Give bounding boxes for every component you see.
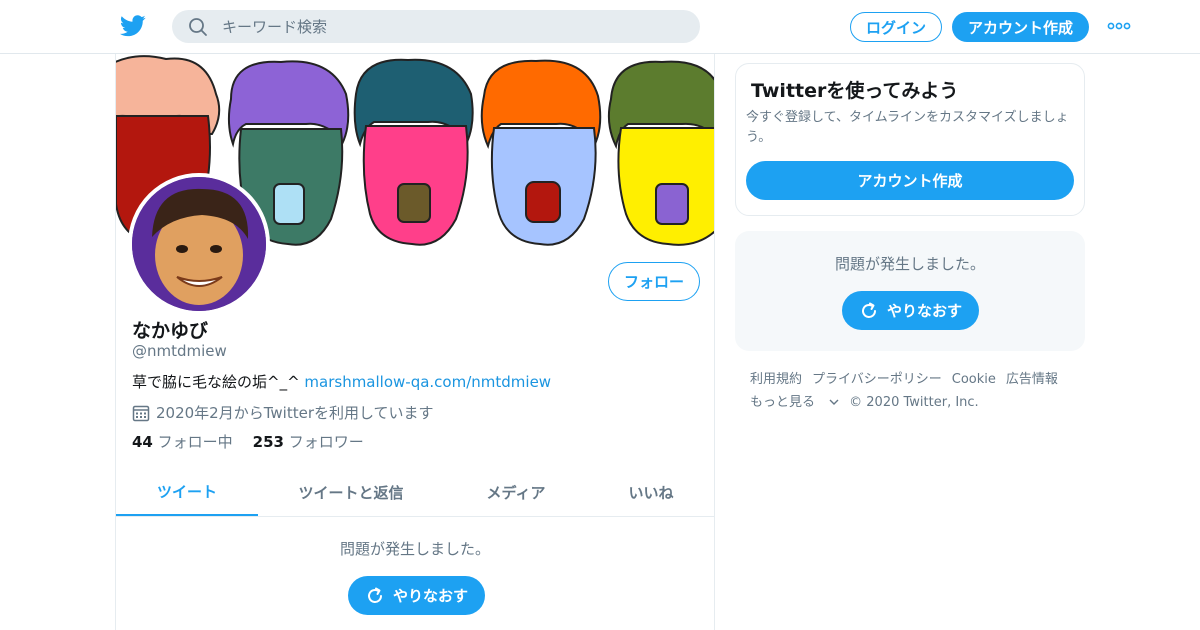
bio-link[interactable]: marshmallow-qa.com/nmtdmiew <box>304 373 551 391</box>
refresh-icon <box>368 587 382 603</box>
footer-privacy-link[interactable]: プライバシーポリシー <box>812 372 942 387</box>
followers-stat[interactable]: 253 フォロワー <box>253 433 364 451</box>
join-date-text: 2020年2月からTwitterを利用しています <box>156 404 434 422</box>
tab-tweets-and-replies[interactable]: ツイートと返信 <box>276 468 426 516</box>
bio-text: 草で脇に毛な絵の垢^_^ <box>132 373 305 391</box>
login-button[interactable]: ログイン <box>850 12 942 42</box>
search-input[interactable] <box>222 10 682 43</box>
sidebar-retry-button[interactable]: やりなおす <box>842 291 979 330</box>
signup-card: Twitterを使ってみよう 今すぐ登録して、タイムラインをカスタマイズしましょ… <box>735 63 1085 216</box>
profile-bio: 草で脇に毛な絵の垢^_^ marshmallow-qa.com/nmtdmiew <box>132 371 551 392</box>
profile-column: フォロー なかゆび @nmtdmiew 草で脇に毛な絵の垢^_^ marshma… <box>115 54 715 630</box>
profile-handle: @nmtdmiew <box>132 342 227 360</box>
avatar-image <box>132 177 266 311</box>
search-icon <box>189 18 207 36</box>
footer-cookie-link[interactable]: Cookie <box>952 372 996 387</box>
tab-tweets[interactable]: ツイート <box>116 468 258 516</box>
footer-more-label: もっと見る <box>750 395 816 410</box>
footer-links: 利用規約 プライバシーポリシー Cookie 広告情報 もっと見る © 2020 Tw… <box>750 368 1080 414</box>
footer-copyright: © 2020 Twitter, Inc. <box>849 395 979 410</box>
retry-label: やりなおす <box>392 587 468 605</box>
following-count: 44 <box>132 433 153 451</box>
sidebar-error-text: 問題が発生しました。 <box>834 255 985 273</box>
signup-card-text: 今すぐ登録して、タイムラインをカスタマイズしましょう。 <box>746 110 1069 145</box>
signup-card-title: Twitterを使ってみよう <box>751 80 959 102</box>
more-dots-icon[interactable] <box>1107 20 1131 32</box>
timeline-error-text: 問題が発生しました。 <box>339 540 490 558</box>
follow-button[interactable]: フォロー <box>608 262 700 301</box>
card-signup-button[interactable]: アカウント作成 <box>746 161 1074 200</box>
top-navigation-bar: ログイン アカウント作成 <box>0 0 1200 54</box>
profile-avatar[interactable] <box>128 173 270 315</box>
followers-count: 253 <box>252 433 284 451</box>
search-bar[interactable] <box>172 10 700 43</box>
twitter-bird-icon[interactable] <box>120 14 146 38</box>
following-stat[interactable]: 44 フォロー中 <box>132 433 233 451</box>
profile-tabs: ツイート ツイートと返信 メディア いいね <box>116 468 714 517</box>
sidebar-error-box: 問題が発生しました。 やりなおす <box>735 231 1085 351</box>
retry-label: やりなおす <box>886 302 962 320</box>
follow-stats: 44 フォロー中 253 フォロワー <box>132 431 364 452</box>
tab-media[interactable]: メディア <box>456 468 576 516</box>
refresh-icon <box>862 302 876 318</box>
tab-likes[interactable]: いいね <box>606 468 696 516</box>
following-label: フォロー中 <box>157 433 233 451</box>
signup-button[interactable]: アカウント作成 <box>952 12 1089 42</box>
profile-name: なかゆび <box>132 320 209 342</box>
calendar-icon <box>132 405 150 421</box>
chevron-down-icon <box>829 399 839 405</box>
join-date: 2020年2月からTwitterを利用しています <box>132 402 434 423</box>
followers-label: フォロワー <box>288 433 364 451</box>
footer-terms-link[interactable]: 利用規約 <box>750 372 802 387</box>
footer-ads-link[interactable]: 広告情報 <box>1006 372 1058 387</box>
timeline-retry-button[interactable]: やりなおす <box>348 576 485 615</box>
footer-more-link[interactable]: もっと見る <box>750 395 839 410</box>
